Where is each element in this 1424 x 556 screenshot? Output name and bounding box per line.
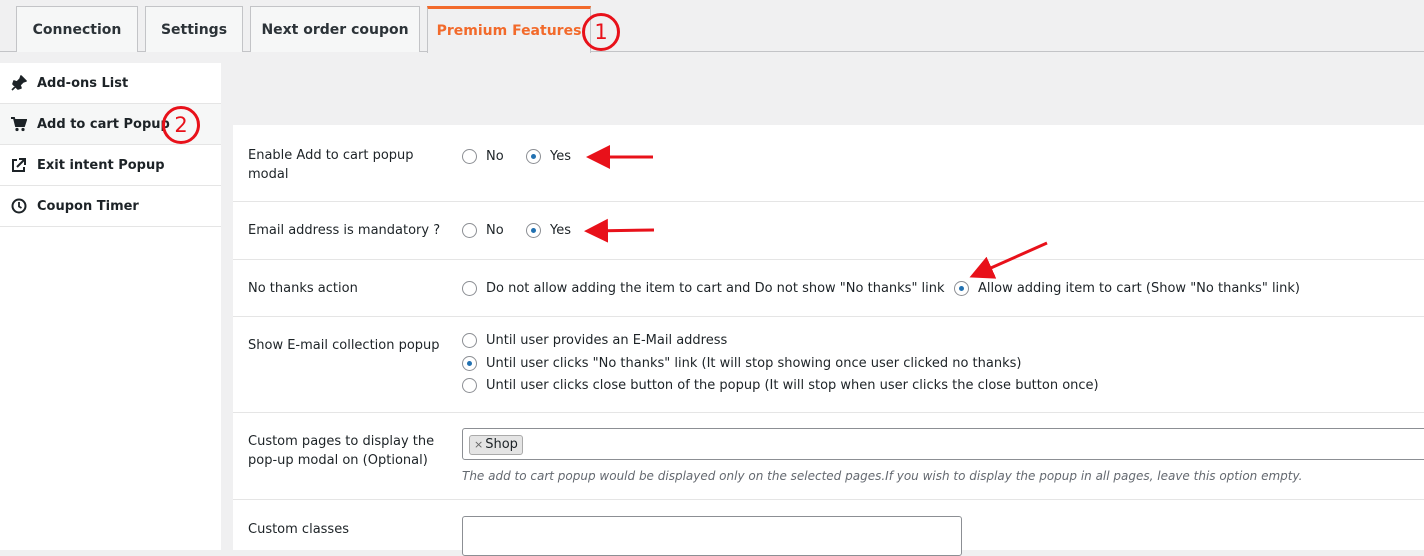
radio-label: Until user clicks close button of the po… — [486, 378, 1099, 393]
radio-label: Until user clicks "No thanks" link (It w… — [486, 356, 1022, 371]
setting-label: Email address is mandatory ? — [248, 223, 441, 238]
shop-chip: × Shop — [469, 435, 523, 455]
radio-email-no[interactable] — [462, 223, 477, 238]
setting-label: Custom classes — [248, 522, 349, 537]
sidebar-item-addons-list[interactable]: Add-ons List — [0, 63, 221, 104]
tab-premium-features[interactable]: Premium Features — [427, 6, 591, 53]
clock-icon — [10, 198, 27, 215]
setting-label: No thanks action — [248, 281, 358, 296]
sidebar-item-coupon-timer[interactable]: Coupon Timer — [0, 186, 221, 227]
settings-panel: Enable Add to cart popup modal No Yes Em… — [233, 125, 1424, 556]
setting-label: Show E-mail collection popup — [248, 338, 440, 353]
radio-no-thanks-allow[interactable] — [954, 281, 969, 296]
radio-enable-yes[interactable] — [526, 149, 541, 164]
tab-bar: Connection Settings Next order coupon Pr… — [0, 0, 1424, 53]
radio-no-thanks-disallow[interactable] — [462, 281, 477, 296]
tab-settings[interactable]: Settings — [145, 6, 243, 52]
sidebar-item-label: Add-ons List — [37, 75, 129, 91]
radio-label: Allow adding item to cart (Show "No than… — [978, 281, 1301, 296]
radio-collection-until-no-thanks[interactable] — [462, 356, 477, 371]
tab-next-order-coupon[interactable]: Next order coupon — [250, 6, 420, 52]
sidebar-item-label: Exit intent Popup — [37, 157, 165, 173]
radio-email-yes[interactable] — [526, 223, 541, 238]
tab-connection[interactable]: Connection — [16, 6, 138, 52]
radio-label: No — [486, 149, 504, 164]
radio-label: Yes — [550, 223, 571, 238]
sidebar-item-label: Add to cart Popup — [37, 116, 170, 132]
chip-remove-icon[interactable]: × — [474, 436, 483, 454]
cart-icon — [10, 116, 27, 133]
radio-enable-no[interactable] — [462, 149, 477, 164]
setting-row-custom-pages: Custom pages to display the pop-up modal… — [233, 413, 1424, 500]
radio-label: Until user provides an E-Mail address — [486, 333, 728, 348]
annotation-marker-1: 1 — [582, 13, 620, 51]
radio-label: Do not allow adding the item to cart and… — [486, 281, 945, 296]
setting-row-email-collection: Show E-mail collection popup Until user … — [233, 317, 1424, 413]
setting-row-email-mandatory: Email address is mandatory ? No Yes — [233, 202, 1424, 260]
setting-row-custom-classes: Custom classes — [233, 500, 1424, 556]
plugin-icon — [10, 75, 27, 92]
sidebar-item-label: Coupon Timer — [37, 198, 139, 214]
annotation-marker-2: 2 — [162, 106, 200, 144]
sidebar-item-exit-intent-popup[interactable]: Exit intent Popup — [0, 145, 221, 186]
radio-collection-until-email[interactable] — [462, 333, 477, 348]
radio-label: Yes — [550, 149, 571, 164]
chip-label: Shop — [485, 437, 518, 452]
custom-pages-description: The add to cart popup would be displayed… — [462, 469, 1303, 483]
setting-row-enable-popup: Enable Add to cart popup modal No Yes — [233, 125, 1424, 202]
radio-collection-until-close[interactable] — [462, 378, 477, 393]
external-link-icon — [10, 157, 27, 174]
custom-pages-select[interactable]: × Shop — [462, 428, 1424, 460]
setting-label: Custom pages to display the pop-up modal… — [248, 434, 435, 468]
radio-label: No — [486, 223, 504, 238]
custom-classes-input[interactable] — [462, 516, 962, 556]
setting-label: Enable Add to cart popup modal — [248, 148, 414, 182]
setting-row-no-thanks: No thanks action Do not allow adding the… — [233, 260, 1424, 317]
